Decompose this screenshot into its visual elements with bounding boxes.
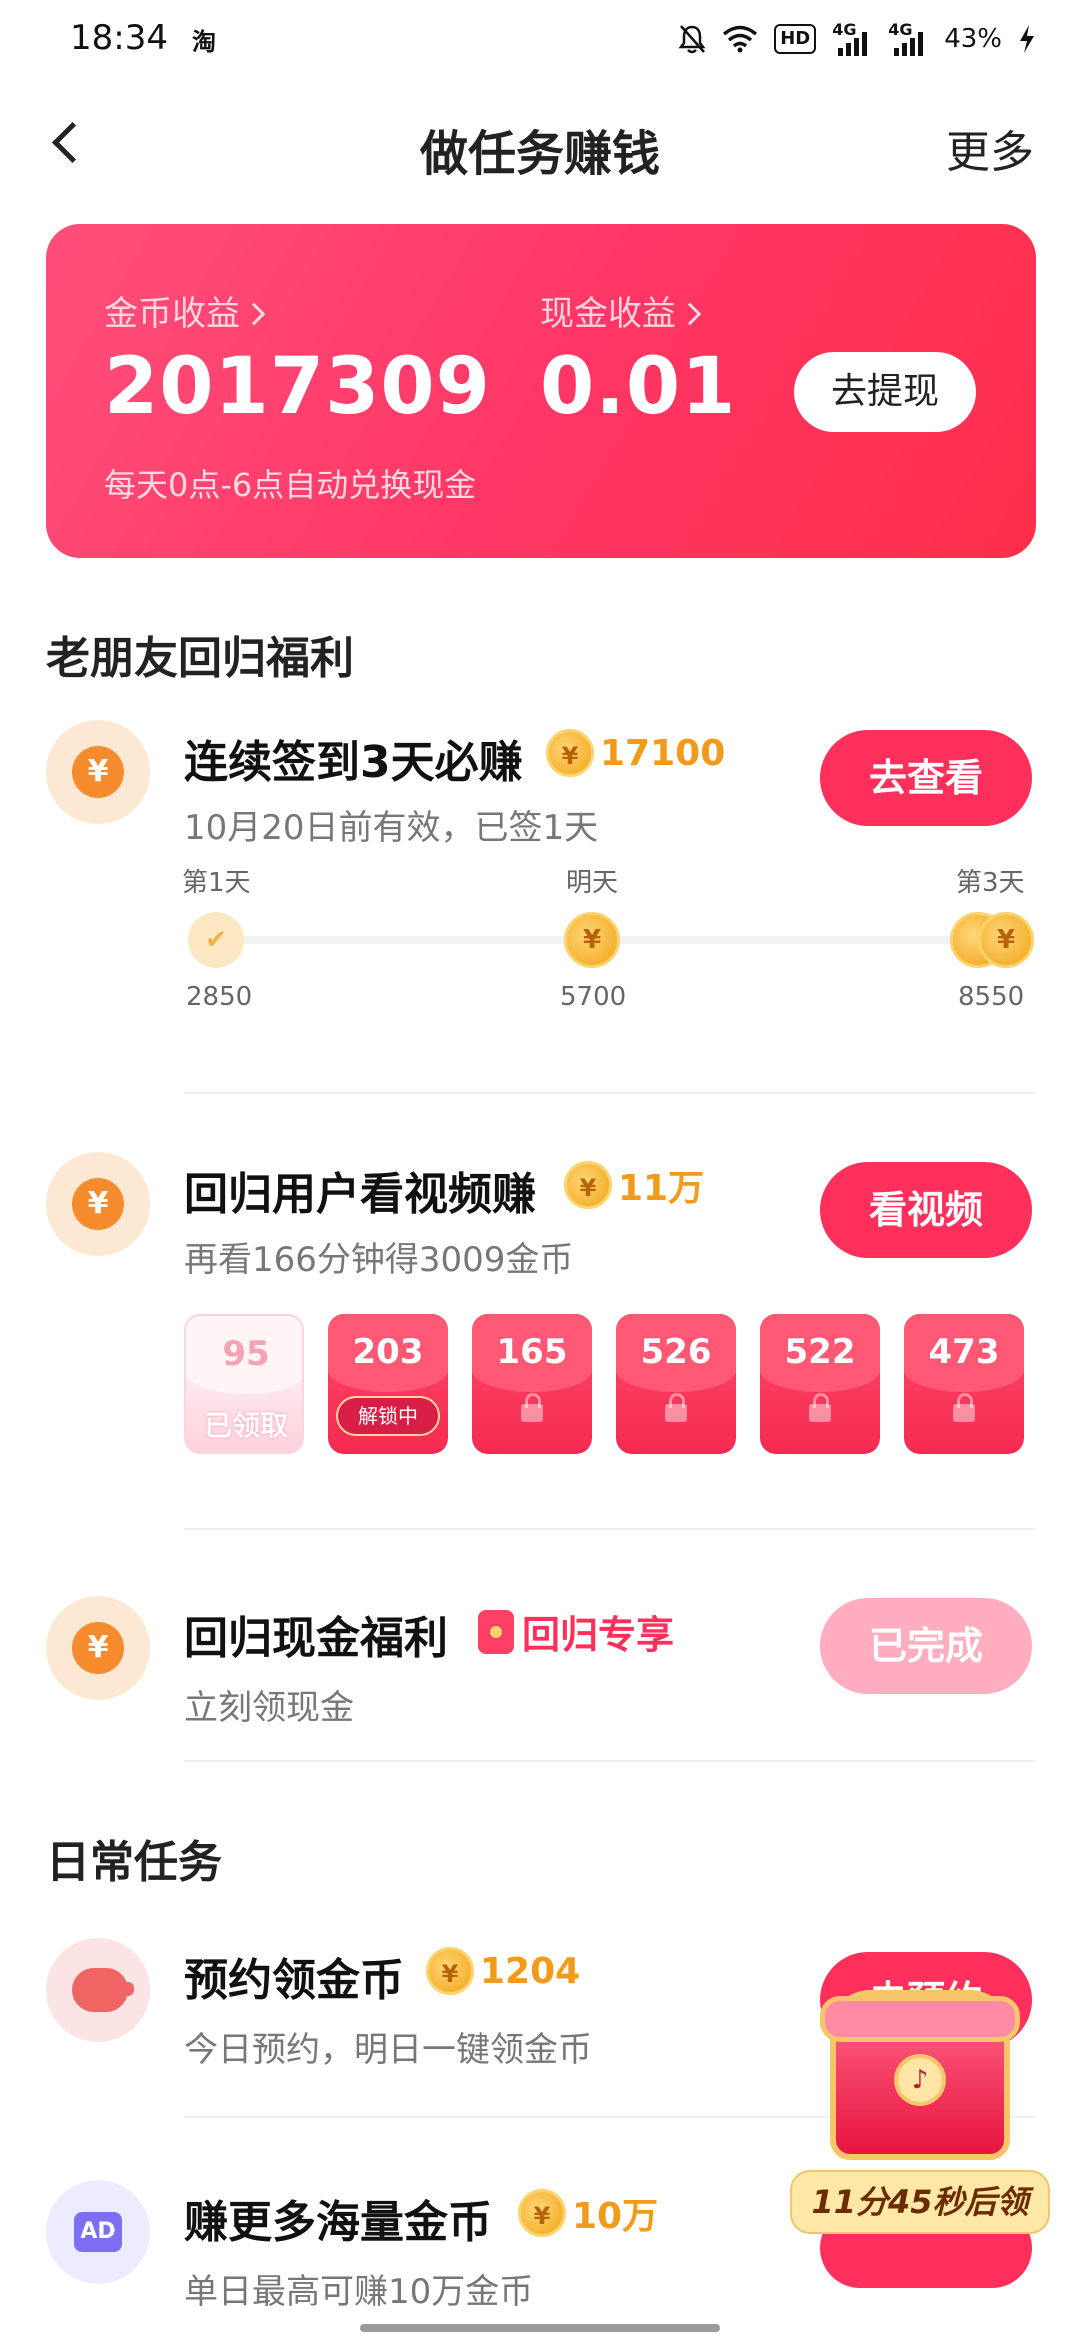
yuan-coin-icon: ¥ bbox=[426, 1947, 474, 1995]
cash-earnings-label: 现金收益 bbox=[540, 294, 676, 334]
section-title-returning: 老朋友回归福利 bbox=[46, 633, 354, 684]
red-packet-locked[interactable]: 165 bbox=[472, 1314, 592, 1454]
signal-4g-icon: 4G bbox=[832, 22, 872, 56]
lock-icon bbox=[665, 1393, 687, 1422]
back-button[interactable] bbox=[40, 114, 100, 174]
hd-voice-icon: HD bbox=[774, 24, 817, 54]
page-header: 做任务赚钱 更多 bbox=[0, 100, 1080, 190]
lock-icon bbox=[953, 1393, 975, 1422]
task-title: 回归用户看视频赚 bbox=[184, 1169, 536, 1220]
signal-4g-icon-2: 4G bbox=[888, 22, 928, 56]
cash-earnings-link[interactable]: 现金收益 bbox=[540, 286, 702, 335]
task-title: 预约领金币 bbox=[184, 1955, 404, 2006]
task-subtitle: 立刻领现金 bbox=[184, 1688, 354, 1728]
red-packet-claimed: 95 已领取 bbox=[184, 1314, 304, 1454]
coin-reward-amount: 10万 bbox=[572, 2196, 659, 2237]
yuan-coin-icon: ¥ bbox=[564, 912, 620, 968]
divider bbox=[184, 1092, 1036, 1094]
packet-amount: 165 bbox=[496, 1332, 568, 1372]
chest-timer: 11分45秒后领 bbox=[790, 2170, 1050, 2234]
coin-earnings-value: 2017309 bbox=[104, 342, 491, 432]
packet-amount: 526 bbox=[640, 1332, 712, 1372]
floating-treasure-chest[interactable]: ♪ 11分45秒后领 bbox=[790, 1990, 1050, 2250]
coin-reward-badge: ¥ 10万 bbox=[518, 2188, 658, 2238]
day-amount: 2850 bbox=[186, 982, 253, 1012]
task-subtitle: 单日最高可赚10万金币 bbox=[184, 2272, 534, 2312]
packet-amount: 473 bbox=[928, 1332, 1000, 1372]
completed-button[interactable]: 已完成 bbox=[820, 1598, 1032, 1694]
red-packet-unlocking[interactable]: 203 解锁中 bbox=[328, 1314, 448, 1454]
charging-icon bbox=[1020, 25, 1034, 53]
battery-percent: 43% bbox=[944, 24, 1002, 54]
coin-reward-amount: 11万 bbox=[618, 1168, 705, 1209]
view-checkin-button[interactable]: 去查看 bbox=[820, 730, 1032, 826]
status-bar: 18:34 淘 HD 4G 4G 43% bbox=[0, 0, 1080, 84]
ad-task-icon: AD bbox=[46, 2180, 150, 2284]
section-title-daily: 日常任务 bbox=[46, 1837, 222, 1888]
piggy-bank-icon bbox=[46, 1938, 150, 2042]
divider bbox=[184, 1528, 1036, 1530]
coin-reward-badge: ¥ 1204 bbox=[426, 1946, 580, 1996]
coin-reward-badge: ¥ 17100 bbox=[546, 728, 725, 778]
yuan-coin-icon: ¥ bbox=[518, 2189, 566, 2237]
yuan-icon: ¥ bbox=[72, 746, 124, 798]
day-amount: 5700 bbox=[560, 982, 627, 1012]
coin-reward-amount: 1204 bbox=[480, 1950, 581, 1992]
chevron-right-icon bbox=[242, 302, 266, 326]
yuan-coin-icon: ¥ bbox=[564, 1161, 612, 1209]
earnings-card: 金币收益 2017309 现金收益 0.01 去提现 每天0点-6点自动兑换现金 bbox=[46, 224, 1036, 558]
cash-earnings-value: 0.01 bbox=[540, 342, 737, 432]
withdraw-button[interactable]: 去提现 bbox=[794, 352, 976, 432]
yuan-icon: ¥ bbox=[72, 1178, 124, 1230]
packet-amount: 95 bbox=[222, 1334, 270, 1374]
mute-bell-icon bbox=[678, 25, 706, 54]
packet-status: 已领取 bbox=[203, 1409, 288, 1442]
packet-amount: 203 bbox=[352, 1332, 424, 1372]
packet-status: 解锁中 bbox=[336, 1396, 440, 1436]
red-envelope-icon bbox=[478, 1609, 514, 1654]
status-icons: HD 4G 4G 43% bbox=[678, 22, 1036, 56]
coin-reward-amount: 17100 bbox=[600, 732, 726, 774]
task-subtitle: 今日预约，明日一键领金币 bbox=[184, 2030, 592, 2070]
coin-task-icon: ¥ bbox=[46, 720, 150, 824]
yuan-coin-icon: ¥ bbox=[546, 729, 594, 777]
coin-task-icon: ¥ bbox=[46, 1152, 150, 1256]
red-packet-locked[interactable]: 522 bbox=[760, 1314, 880, 1454]
chevron-right-icon bbox=[678, 302, 702, 326]
task-subtitle: 再看166分钟得3009金币 bbox=[184, 1240, 574, 1280]
lock-icon bbox=[809, 1393, 831, 1422]
yuan-coin-icon: ¥ bbox=[978, 912, 1034, 968]
task-title: 回归现金福利 bbox=[184, 1613, 448, 1664]
day-label: 第3天 bbox=[956, 868, 1025, 898]
exclusive-tag: 回归专享 bbox=[478, 1604, 674, 1659]
packet-amount: 522 bbox=[784, 1332, 856, 1372]
yuan-icon: ¥ bbox=[72, 1622, 124, 1674]
coin-reward-badge: ¥ 11万 bbox=[564, 1160, 704, 1210]
task-title: 连续签到3天必赚 bbox=[184, 737, 523, 788]
task-subtitle: 10月20日前有效，已签1天 bbox=[184, 808, 599, 848]
red-packet-locked[interactable]: 473 bbox=[904, 1314, 1024, 1454]
exclusive-tag-text: 回归专享 bbox=[522, 1613, 675, 1657]
task-title: 赚更多海量金币 bbox=[184, 2197, 492, 2248]
divider bbox=[184, 1760, 1036, 1762]
status-time: 18:34 bbox=[70, 18, 168, 58]
watch-video-button[interactable]: 看视频 bbox=[820, 1162, 1032, 1258]
day-label: 第1天 bbox=[182, 868, 251, 898]
tiktok-logo-icon: ♪ bbox=[894, 2054, 946, 2106]
day-label: 明天 bbox=[566, 868, 619, 898]
lock-icon bbox=[521, 1393, 543, 1422]
red-packet-locked[interactable]: 526 bbox=[616, 1314, 736, 1454]
coin-earnings-label: 金币收益 bbox=[104, 294, 240, 334]
wifi-icon bbox=[723, 25, 758, 53]
taobao-app-icon: 淘 bbox=[192, 28, 216, 56]
page-title: 做任务赚钱 bbox=[419, 126, 660, 182]
coin-earnings-link[interactable]: 金币收益 bbox=[104, 286, 266, 335]
more-button[interactable]: 更多 bbox=[946, 116, 1034, 180]
auto-exchange-note: 每天0点-6点自动兑换现金 bbox=[104, 466, 477, 504]
day-amount: 8550 bbox=[958, 982, 1025, 1012]
coin-task-icon: ¥ bbox=[46, 1596, 150, 1700]
ad-icon: AD bbox=[74, 2212, 122, 2252]
home-indicator[interactable] bbox=[360, 2324, 720, 2332]
checked-day-icon: ✔ bbox=[188, 912, 244, 968]
